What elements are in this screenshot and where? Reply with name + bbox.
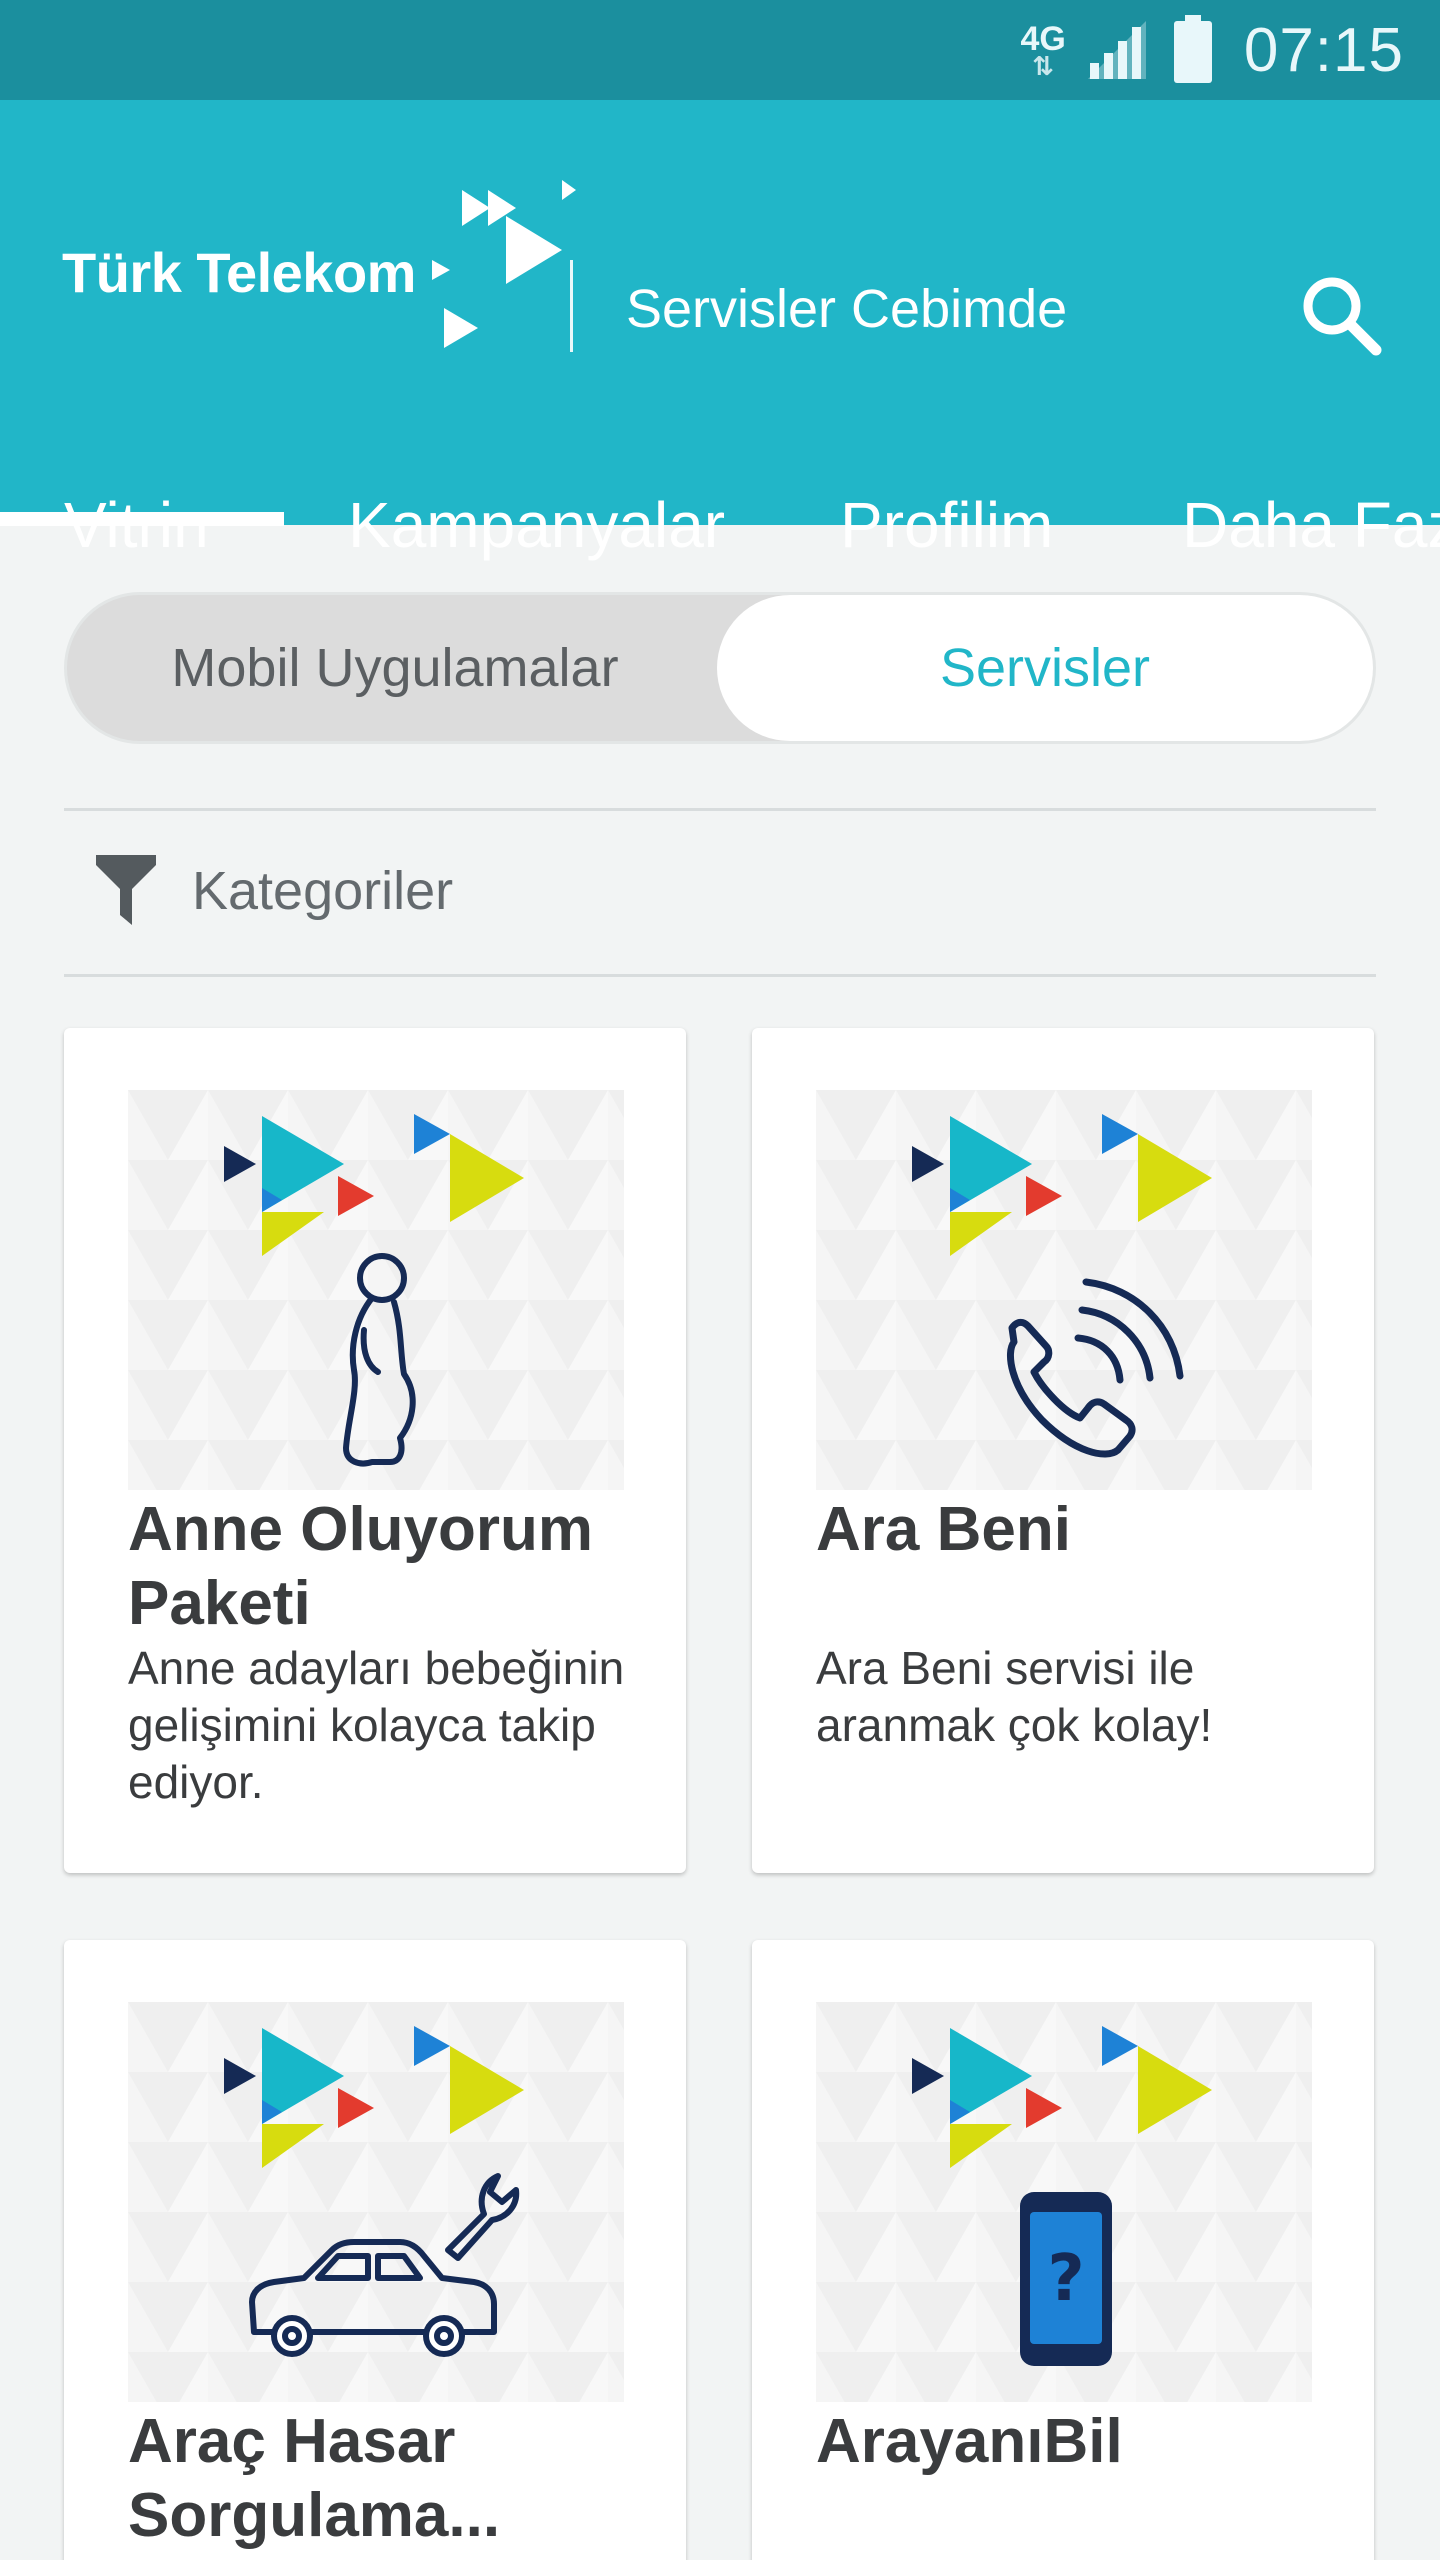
divider [64,808,1376,811]
divider [64,974,1376,977]
clock: 07:15 [1243,15,1404,85]
service-card-arac-hasar[interactable]: Araç Hasar Sorgulama... [64,1940,686,2560]
service-title: ArayanıBil [816,2407,1123,2476]
categories-filter[interactable]: Kategoriler [94,855,453,927]
service-description: Anne adayları bebeğinin gelişimini kolay… [128,1642,625,1808]
service-image: ? [816,2002,1312,2402]
app-subtitle: Servisler Cebimde [626,279,1068,339]
segmented-control: Mobil Uygulamalar Servisler [64,592,1376,744]
brand-logo[interactable]: Türk Telekom [62,180,576,348]
battery-icon [1173,15,1212,83]
service-image [816,1090,1312,1490]
network-indicator: 4G ⇅ [1020,22,1065,81]
segment-services[interactable]: Servisler [717,595,1373,741]
service-image [128,2002,624,2402]
header-divider [570,260,573,352]
service-card-ara-beni[interactable]: Ara Beni Ara Beni servisi ile aranmak ço… [752,1028,1374,1873]
svg-text:?: ? [1047,2242,1084,2316]
app-bar: Türk Telekom Servisler Cebimde Vitrin Ka… [0,100,1440,561]
service-description: Ara Beni servisi ile aranmak çok kolay! [816,1642,1213,1751]
signal-icon [1087,21,1146,79]
phone-question-icon: ? [1020,2192,1112,2366]
logo-wordmark: Türk Telekom [62,241,416,304]
logo-arrows-icon [432,180,576,348]
categories-label: Kategoriler [192,861,454,921]
active-tab-indicator [0,512,284,526]
status-bar: 4G ⇅ 07:15 [0,0,1440,100]
funnel-icon [96,855,156,925]
service-card-anne-oluyorum[interactable]: Anne Oluyorum Paketi Anne adayları bebeğ… [64,1028,686,1873]
service-title: Ara Beni [816,1495,1071,1564]
service-image [128,1090,624,1490]
service-title: Araç Hasar Sorgulama... [128,2407,501,2550]
segment-mobile-apps[interactable]: Mobil Uygulamalar [67,595,723,741]
service-title: Anne Oluyorum Paketi [128,1495,594,1638]
data-arrows-icon: ⇅ [1032,51,1055,81]
service-card-arayanibil[interactable]: ? ArayanıBil [752,1940,1374,2560]
search-icon[interactable] [1296,270,1386,360]
